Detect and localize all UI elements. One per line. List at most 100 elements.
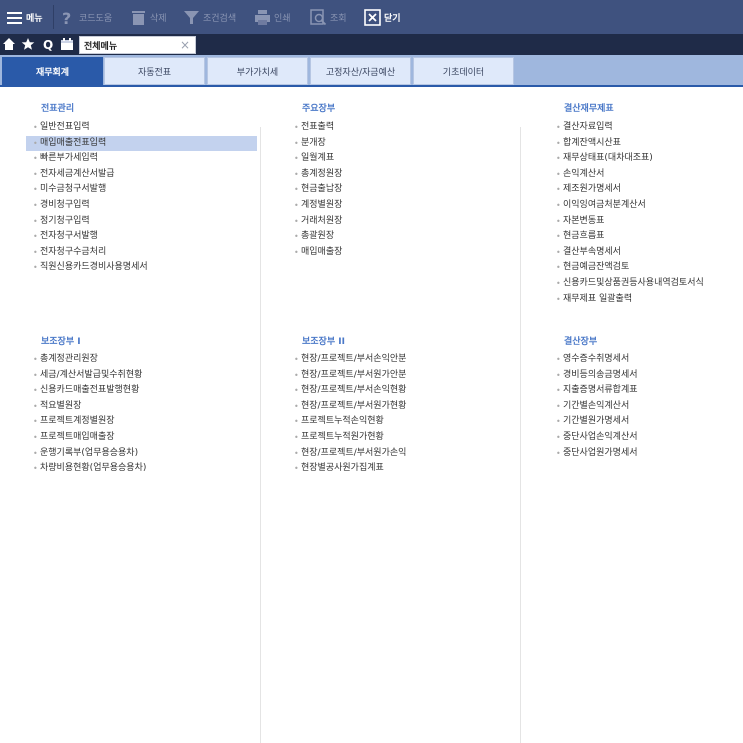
tab-financial-accounting[interactable]: 재무회계 (2, 57, 103, 85)
open-tab-all-menu[interactable]: 전체메뉴 × (79, 36, 196, 54)
close-tab-icon[interactable]: × (180, 38, 190, 52)
menu-label: 메뉴 (26, 13, 43, 24)
menu-item[interactable]: • 전표출력 (287, 120, 517, 136)
menu-item[interactable]: • 현장/프로젝트/부서손익안분 (287, 352, 517, 368)
menu-item[interactable]: • 기간별손익계산서 (549, 399, 741, 415)
print-label: 인쇄 (274, 13, 291, 24)
menu-item[interactable]: • 영수증수취명세서 (549, 352, 741, 368)
menu-item[interactable]: • 경비청구입력 (26, 198, 257, 214)
toolbar-separator (53, 5, 54, 29)
menu-item[interactable]: • 총계정원장 (287, 167, 517, 183)
menu-item[interactable]: • 현장/프로젝트/부서원가손익 (287, 446, 517, 462)
tab-label: 부가가치세 (236, 67, 279, 78)
menu-item[interactable]: • 신용카드및상품권등사용내역검토서식 (549, 276, 741, 292)
tab-base-data[interactable]: 기초데이터 (413, 57, 514, 85)
menu-item[interactable]: • 신용카드매출전표발행현황 (26, 383, 257, 399)
menu-item[interactable]: • 적요별원장 (26, 399, 257, 415)
menu-item[interactable]: • 직원신용카드경비사용명세서 (26, 260, 257, 276)
bullet-icon: • (33, 247, 38, 257)
menu-item[interactable]: • 이익잉여금처분계산서 (549, 198, 741, 214)
menu-item[interactable]: • 미수금청구서발행 (26, 182, 257, 198)
menu-list-sub-ledger-2: • 현장/프로젝트/부서손익안분 • 현장/프로젝트/부서원가안분 • 현장/프로젝트/부… (287, 352, 517, 477)
search-button[interactable]: 조회 (310, 0, 347, 34)
delete-button[interactable]: 삭제 (130, 0, 167, 34)
menu-item[interactable]: • 세금/계산서발급및수취현황 (26, 368, 257, 384)
menu-item[interactable]: • 분개장 (287, 136, 517, 152)
menu-item[interactable]: • 총계정관리원장 (26, 352, 257, 368)
menu-item[interactable]: • 중단사업원가명세서 (549, 446, 741, 462)
home-icon[interactable] (2, 37, 16, 51)
menu-item[interactable]: • 중단사업손익계산서 (549, 430, 741, 446)
menu-item[interactable]: • 프로젝트계정별원장 (26, 414, 257, 430)
menu-item[interactable]: • 총괄원장 (287, 229, 517, 245)
menu-item[interactable]: • 프로젝트누적손익현황 (287, 414, 517, 430)
menu-item-label: 재무상태표(대차대조표) (563, 153, 653, 164)
bullet-icon: • (556, 263, 561, 273)
filter-icon (184, 10, 199, 24)
menu-item[interactable]: • 현장/프로젝트/부서원가현황 (287, 399, 517, 415)
menu-item-label: 전자청구서발행 (40, 231, 98, 242)
tab-auto-voucher[interactable]: 자동전표 (104, 57, 205, 85)
menu-item[interactable]: • 매입매출장 (287, 245, 517, 261)
menu-item[interactable]: • 지출증명서류합계표 (549, 383, 741, 399)
svg-text:?: ? (62, 9, 71, 26)
section-title-closing-statements: 결산재무제표 (564, 104, 614, 114)
bullet-icon: • (33, 432, 38, 442)
menu-item[interactable]: • 프로젝트매입매출장 (26, 430, 257, 446)
menu-item[interactable]: • 전자세금계산서발급 (26, 167, 257, 183)
calendar-icon[interactable] (60, 37, 74, 51)
tab-vat[interactable]: 부가가치세 (207, 57, 308, 85)
menu-item-label: 현장/프로젝트/부서손익현황 (301, 385, 407, 396)
bullet-icon: • (294, 247, 299, 257)
menu-item[interactable]: • 운행기록부(업무용승용차) (26, 446, 257, 462)
bullet-icon: • (556, 247, 561, 257)
menu-item-label: 전자세금계산서발급 (40, 168, 115, 179)
menu-item[interactable]: • 전자청구수금처리 (26, 245, 257, 261)
menu-item[interactable]: • 결산부속명세서 (549, 245, 741, 261)
menu-item[interactable]: • 현장별공사원가집계표 (287, 461, 517, 477)
menu-item[interactable]: • 재무상태표(대차대조표) (549, 151, 741, 167)
menu-item[interactable]: • 정기청구입력 (26, 214, 257, 230)
menu-item[interactable]: • 차량비용현황(업무용승용차) (26, 461, 257, 477)
menu-item[interactable]: • 현장/프로젝트/부서손익현황 (287, 383, 517, 399)
menu-item[interactable]: • 기간별원가명세서 (549, 414, 741, 430)
print-button[interactable]: 인쇄 (254, 0, 291, 34)
menu-item[interactable]: • 프로젝트누적원가현황 (287, 430, 517, 446)
menu-item[interactable]: • 거래처원장 (287, 214, 517, 230)
filter-button[interactable]: 조건검색 (183, 0, 236, 34)
bullet-icon: • (294, 154, 299, 164)
menu-item[interactable]: • 재무제표 일괄출력 (549, 292, 741, 308)
menu-item-label: 기간별원가명세서 (563, 416, 630, 427)
menu-item[interactable]: • 일반전표입력 (26, 120, 257, 136)
menu-item[interactable]: • 제조원가명세서 (549, 182, 741, 198)
bullet-icon: • (33, 355, 38, 364)
menu-item[interactable]: • 일월계표 (287, 151, 517, 167)
menu-item[interactable]: • 손익계산서 (549, 167, 741, 183)
menu-item[interactable]: • 전자청구서발행 (26, 229, 257, 245)
menu-item[interactable]: • 자본변동표 (549, 214, 741, 230)
menu-item-label: 빠른부가세입력 (40, 153, 98, 164)
menu-item[interactable]: • 현금예금잔액검토 (549, 260, 741, 276)
menu-item-label: 총계정관리원장 (40, 354, 98, 364)
bullet-icon: • (33, 185, 38, 195)
column-divider (520, 127, 521, 743)
tab-fixed-assets[interactable]: 고정자산/자금예산 (310, 57, 411, 85)
menu-item[interactable]: • 경비등의송금명세서 (549, 368, 741, 384)
star-icon[interactable] (21, 37, 35, 51)
bullet-icon: • (294, 169, 299, 179)
menu-button[interactable]: 메뉴 (6, 0, 43, 34)
menu-item[interactable]: • 매입매출전표입력 (26, 135, 257, 152)
menu-item[interactable]: • 현금출납장 (287, 182, 517, 198)
code-help-button[interactable]: ? 코드도움 (59, 0, 112, 34)
menu-item[interactable]: • 현금흐름표 (549, 229, 741, 245)
menu-item[interactable]: • 현장/프로젝트/부서원가안분 (287, 368, 517, 384)
menu-item[interactable]: • 결산자료입력 (549, 120, 741, 136)
close-button[interactable]: 닫기 (364, 0, 401, 34)
menu-item[interactable]: • 빠른부가세입력 (26, 151, 257, 167)
bullet-icon: • (556, 138, 561, 148)
menu-item[interactable]: • 계정별원장 (287, 198, 517, 214)
q-icon[interactable]: Q (41, 37, 55, 51)
menu-item[interactable]: • 합계잔액시산표 (549, 136, 741, 152)
tab-label: 자동전표 (137, 67, 172, 78)
menu-item-label: 합계잔액시산표 (563, 137, 621, 148)
